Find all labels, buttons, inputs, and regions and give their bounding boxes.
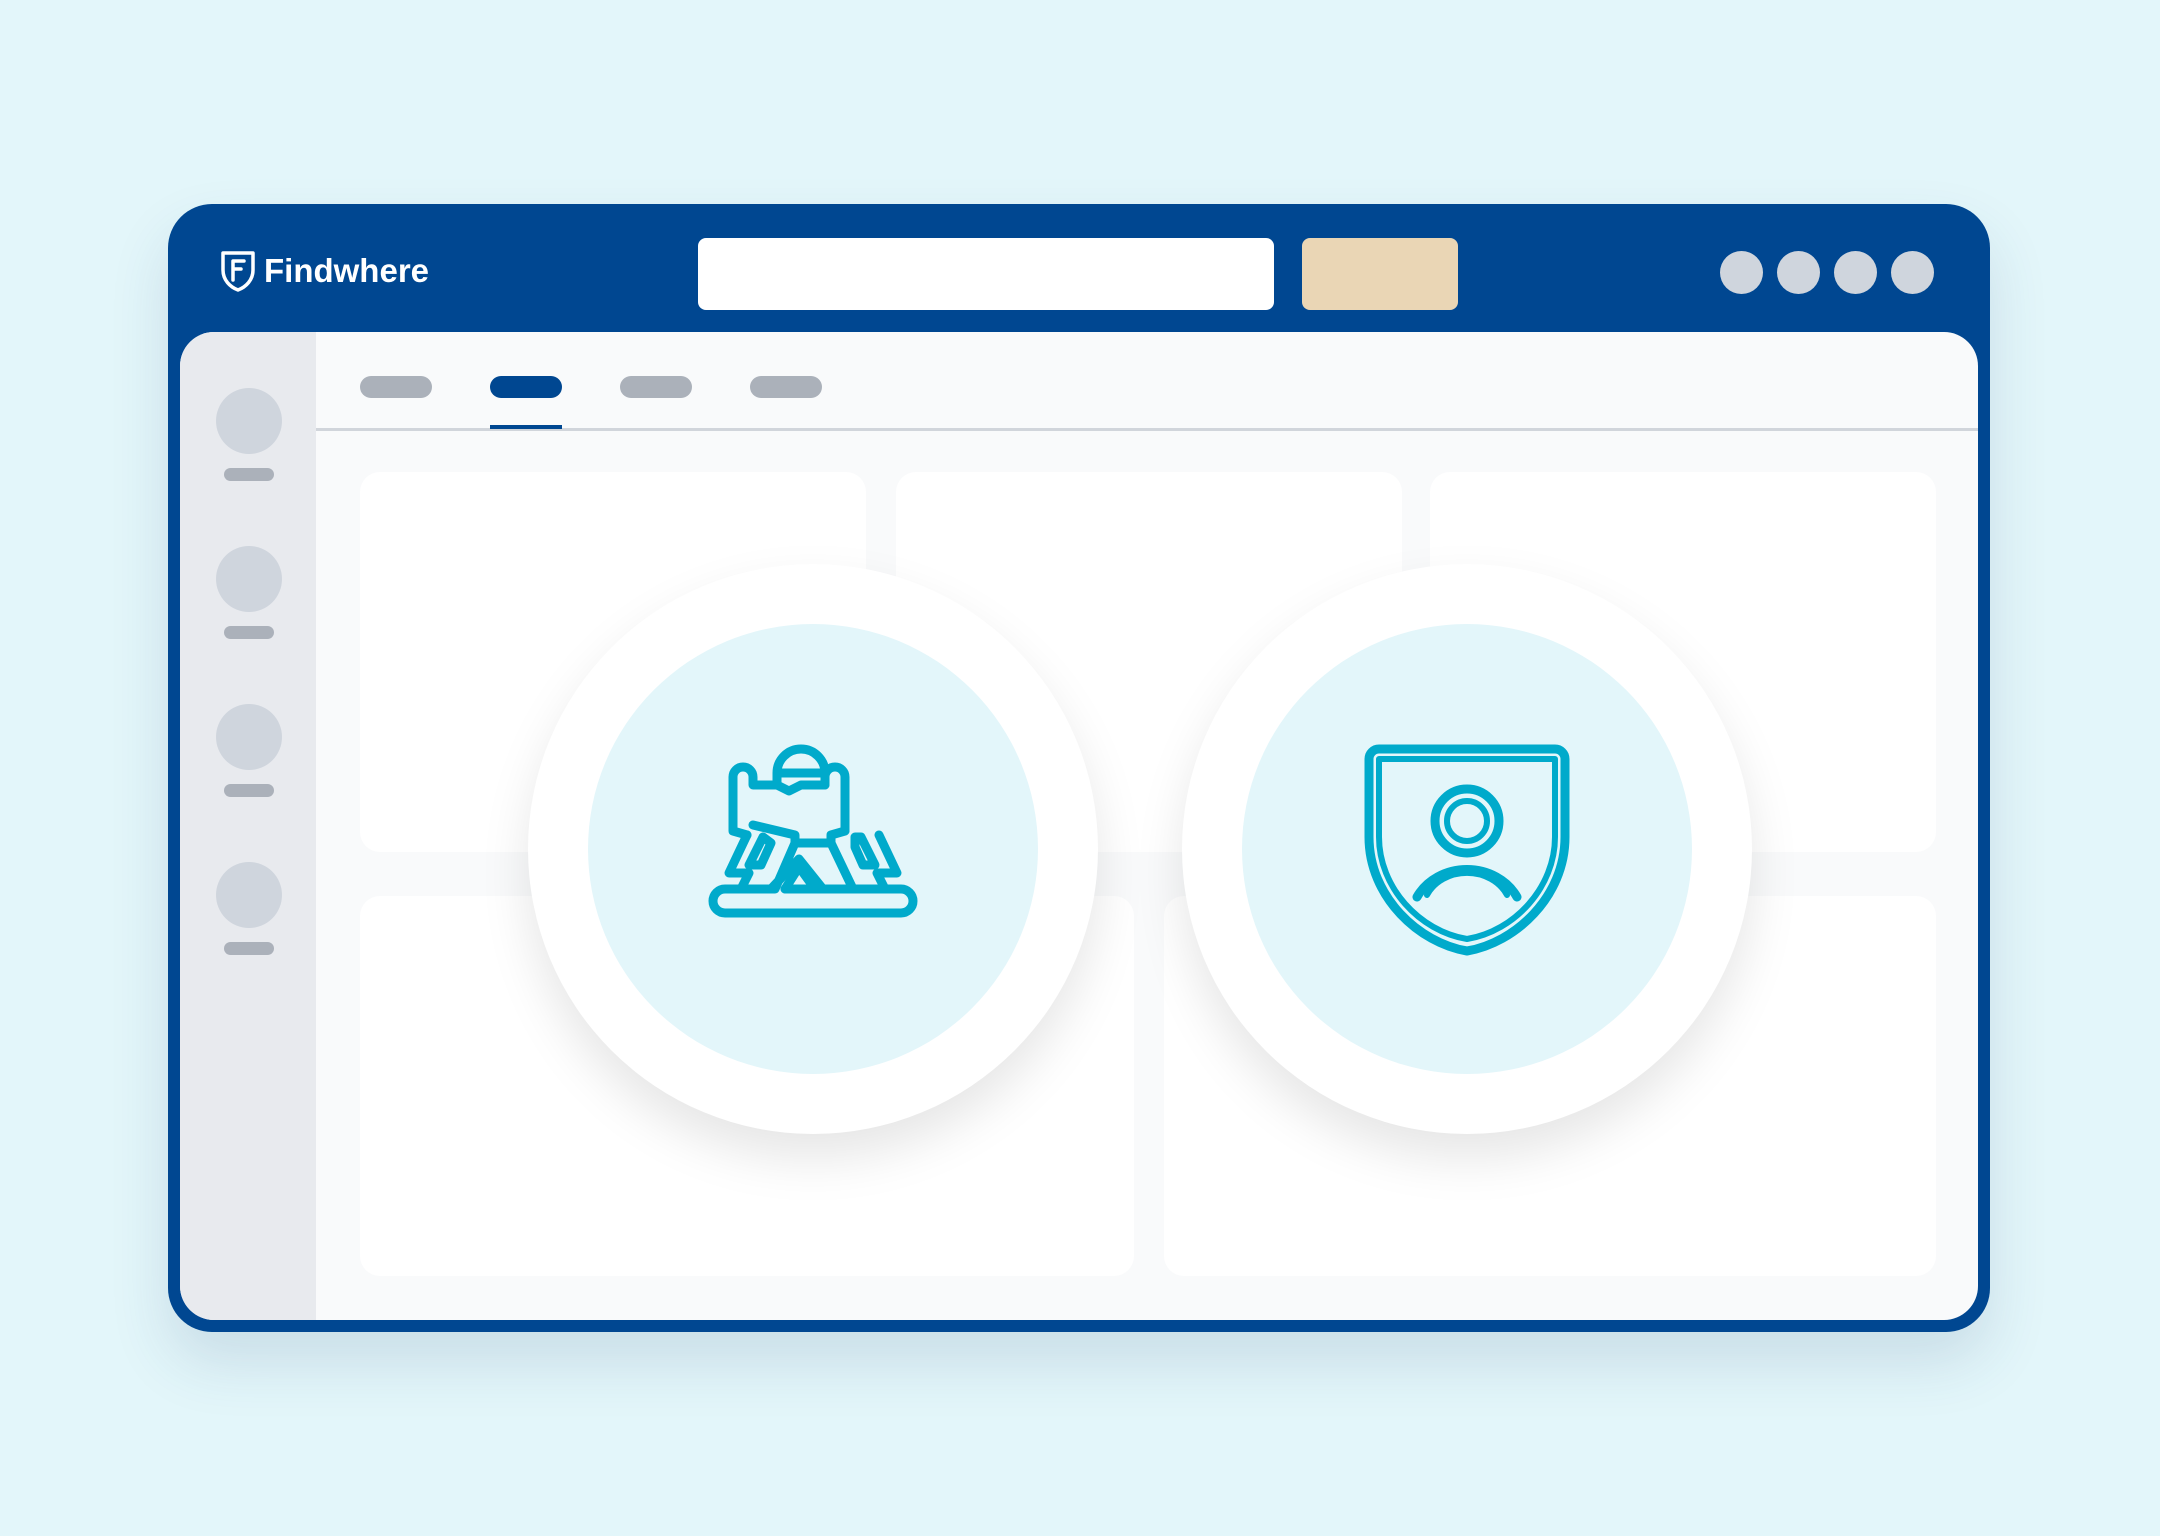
brand-logo[interactable]: Findwhere — [220, 248, 429, 294]
tab-1[interactable] — [360, 376, 432, 398]
sidebar-item-4[interactable] — [216, 862, 282, 955]
toolbar-buttons — [1720, 251, 1934, 294]
sidebar-item-avatar — [216, 546, 282, 612]
tab-label — [360, 376, 432, 398]
tab-bar — [316, 332, 1978, 431]
search-input[interactable] — [698, 238, 1274, 310]
sidebar-item-label — [224, 468, 274, 481]
feature-badge-shield-person — [1182, 564, 1752, 1134]
sidebar — [180, 332, 316, 1320]
toolbar-circle-button-3[interactable] — [1834, 251, 1877, 294]
sidebar-item-label — [224, 626, 274, 639]
tab-4[interactable] — [750, 376, 822, 398]
shield-person-icon — [1364, 744, 1570, 956]
sidebar-item-avatar — [216, 862, 282, 928]
tab-label — [620, 376, 692, 398]
landmark-statue-icon — [708, 744, 918, 918]
sidebar-item-1[interactable] — [216, 388, 282, 481]
tab-2-active[interactable] — [490, 376, 562, 429]
feature-badge-inner — [1242, 624, 1692, 1074]
sidebar-item-avatar — [216, 704, 282, 770]
primary-action-button[interactable] — [1302, 238, 1458, 310]
toolbar-circle-button-2[interactable] — [1777, 251, 1820, 294]
feature-badge-inner — [588, 624, 1038, 1074]
top-header: Findwhere — [168, 204, 1990, 332]
brand-name: Findwhere — [264, 252, 430, 289]
shield-f-icon — [221, 251, 255, 292]
sidebar-item-label — [224, 784, 274, 797]
sidebar-item-2[interactable] — [216, 546, 282, 639]
tab-label — [750, 376, 822, 398]
tab-3[interactable] — [620, 376, 692, 398]
toolbar-circle-button-1[interactable] — [1720, 251, 1763, 294]
tab-label — [490, 376, 562, 398]
sidebar-item-3[interactable] — [216, 704, 282, 797]
sidebar-item-avatar — [216, 388, 282, 454]
feature-badge-landmark — [528, 564, 1098, 1134]
sidebar-item-label — [224, 942, 274, 955]
tab-active-underline — [490, 425, 562, 429]
toolbar-circle-button-4[interactable] — [1891, 251, 1934, 294]
